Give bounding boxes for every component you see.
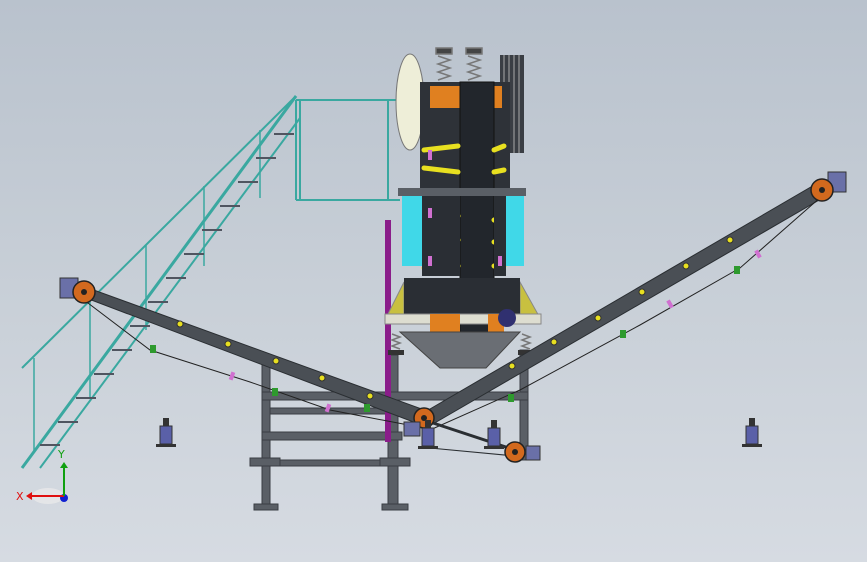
support-feet	[159, 425, 759, 447]
cyan-panel-left	[402, 196, 422, 266]
cad-viewport[interactable]: X Y	[0, 0, 867, 562]
right-brackets	[508, 266, 740, 402]
triad-y-label: Y	[57, 448, 65, 461]
cad-scene: X Y	[16, 47, 847, 511]
crusher-assembly	[384, 47, 542, 369]
crusher-motor	[498, 309, 516, 327]
center-motor	[403, 421, 421, 437]
top-springs	[435, 47, 483, 81]
discharge-hopper	[398, 331, 522, 369]
lower-motor	[525, 445, 541, 461]
cyan-panel-right	[506, 196, 524, 266]
left-conveyor	[59, 277, 431, 429]
view-triad-icon[interactable]: X Y	[16, 448, 68, 504]
flywheel-left	[395, 53, 425, 151]
triad-x-label: X	[16, 490, 24, 503]
left-conveyor-belt	[79, 284, 431, 427]
